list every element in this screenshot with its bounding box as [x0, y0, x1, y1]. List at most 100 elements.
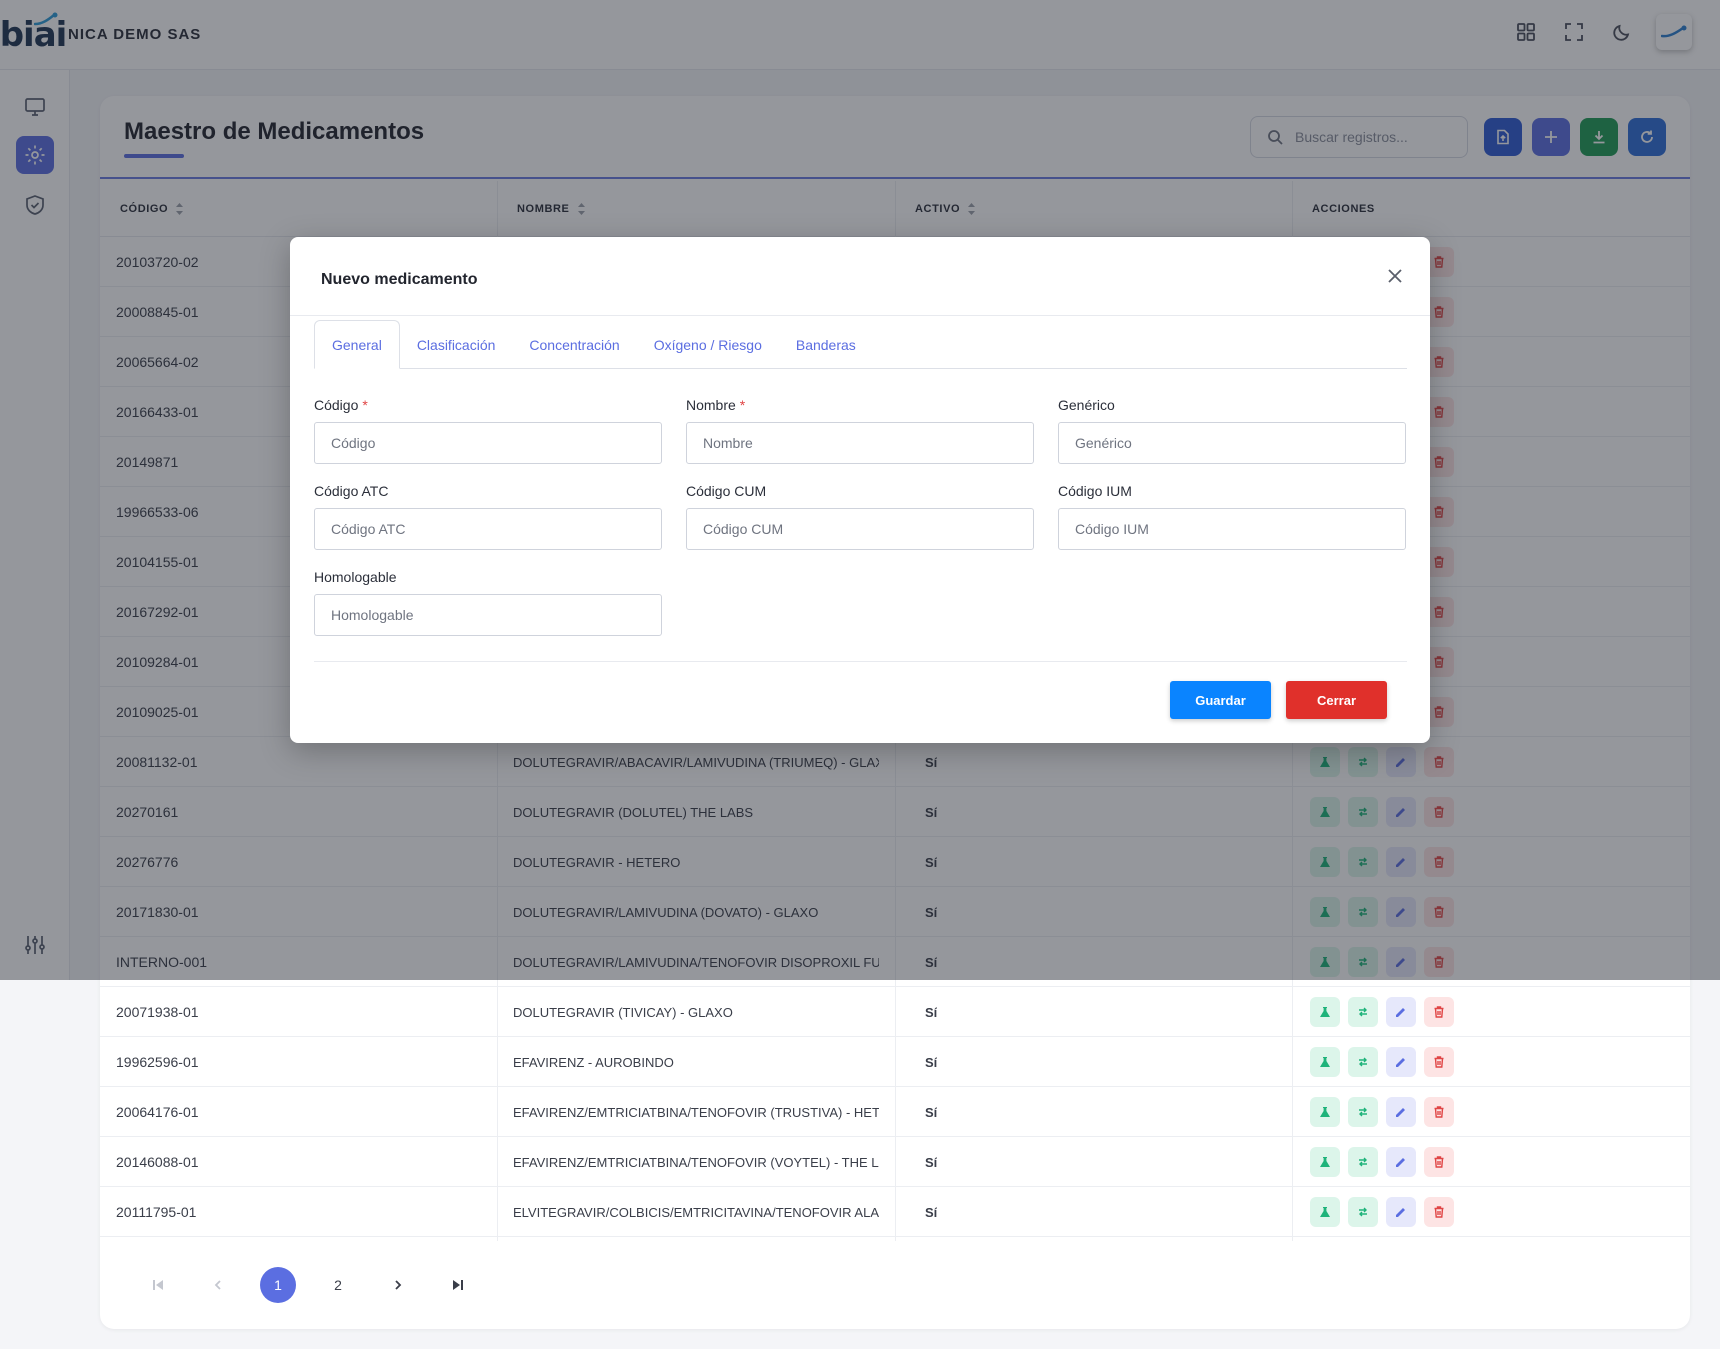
pagination: 1 2: [100, 1241, 1690, 1329]
transfer-icon: [1359, 1157, 1367, 1167]
test-button[interactable]: [1310, 1047, 1340, 1077]
field-codigo-cum: Código CUM: [686, 481, 1034, 550]
transfer-icon: [1359, 1207, 1367, 1217]
transfer-icon: [1359, 1107, 1367, 1117]
table-row[interactable]: 20146088-01 EFAVIRENZ/EMTRICIATBINA/TENOF…: [100, 1137, 1690, 1187]
delete-button[interactable]: [1424, 997, 1454, 1027]
next-page-button[interactable]: [380, 1267, 416, 1303]
first-page-button[interactable]: [140, 1267, 176, 1303]
pencil-icon: [1396, 1008, 1405, 1017]
table-row[interactable]: 20064176-01 EFAVIRENZ/EMTRICIATBINA/TENOF…: [100, 1087, 1690, 1137]
test-button[interactable]: [1310, 1147, 1340, 1177]
test-icon: [1320, 1157, 1330, 1167]
last-page-icon: [453, 1280, 463, 1290]
cell-codigo: 19962596-01: [116, 1054, 199, 1070]
tab-clasificacion[interactable]: Clasificación: [400, 320, 513, 369]
test-icon: [1320, 1207, 1330, 1217]
cell-nombre: ELVITEGRAVIR/COLBICIS/EMTRICITAVINA/TENO…: [513, 1204, 879, 1220]
modal-footer-divider: [314, 661, 1407, 662]
trash-icon: [1434, 1106, 1444, 1118]
codigo-ium-input[interactable]: [1058, 508, 1406, 550]
cell-acciones: [1310, 1037, 1454, 1087]
trash-icon: [1434, 1006, 1444, 1018]
edit-button[interactable]: [1386, 1047, 1416, 1077]
required-marker: *: [362, 397, 368, 413]
trash-icon: [1434, 1056, 1444, 1068]
cell-activo: Sí: [925, 1204, 938, 1220]
test-icon: [1320, 1107, 1330, 1117]
edit-button[interactable]: [1386, 1197, 1416, 1227]
tab-banderas[interactable]: Banderas: [779, 320, 873, 369]
tab-concentracion[interactable]: Concentración: [512, 320, 636, 369]
table-row[interactable]: 19962596-01 EFAVIRENZ - AUROBINDO Sí: [100, 1037, 1690, 1087]
transfer-button[interactable]: [1348, 1047, 1378, 1077]
test-button[interactable]: [1310, 997, 1340, 1027]
prev-page-button[interactable]: [200, 1267, 236, 1303]
cell-codigo: 20071938-01: [116, 1004, 199, 1020]
nombre-input[interactable]: [686, 422, 1034, 464]
page-1-button[interactable]: 1: [260, 1267, 296, 1303]
field-generico: Genérico: [1058, 395, 1406, 464]
close-button[interactable]: Cerrar: [1286, 681, 1387, 719]
field-label: Código: [314, 397, 359, 413]
modal-close-button[interactable]: [1382, 263, 1408, 289]
last-page-button[interactable]: [440, 1267, 476, 1303]
field-codigo: Código *: [314, 395, 662, 464]
cell-acciones: [1310, 1137, 1454, 1187]
cell-codigo: 20064176-01: [116, 1104, 199, 1120]
transfer-button[interactable]: [1348, 1197, 1378, 1227]
pencil-icon: [1396, 1208, 1405, 1217]
chevron-left-icon: [214, 1280, 221, 1290]
codigo-cum-input[interactable]: [686, 508, 1034, 550]
test-icon: [1320, 1057, 1330, 1067]
tab-oxigeno-riesgo[interactable]: Oxígeno / Riesgo: [637, 320, 779, 369]
trash-icon: [1434, 1156, 1444, 1168]
generico-input[interactable]: [1058, 422, 1406, 464]
transfer-icon: [1359, 1057, 1367, 1067]
cell-acciones: [1310, 1087, 1454, 1137]
transfer-button[interactable]: [1348, 997, 1378, 1027]
new-medication-modal: Nuevo medicamento General Clasificación …: [290, 237, 1430, 743]
field-label: Homologable: [314, 569, 397, 585]
chevron-right-icon: [395, 1280, 402, 1290]
field-label: Nombre: [686, 397, 736, 413]
modal-divider: [290, 315, 1430, 316]
cell-codigo: 20146088-01: [116, 1154, 199, 1170]
pencil-icon: [1396, 1108, 1405, 1117]
delete-button[interactable]: [1424, 1147, 1454, 1177]
codigo-atc-input[interactable]: [314, 508, 662, 550]
first-page-icon: [153, 1280, 163, 1290]
cell-nombre: EFAVIRENZ - AUROBINDO: [513, 1054, 674, 1070]
cell-acciones: [1310, 1187, 1454, 1237]
field-label: Código IUM: [1058, 483, 1132, 499]
homologable-input[interactable]: [314, 594, 662, 636]
modal-tabs: General Clasificación Concentración Oxíg…: [314, 320, 1407, 369]
test-button[interactable]: [1310, 1097, 1340, 1127]
cell-activo: Sí: [925, 1104, 938, 1120]
tab-general[interactable]: General: [314, 320, 400, 369]
transfer-button[interactable]: [1348, 1097, 1378, 1127]
delete-button[interactable]: [1424, 1197, 1454, 1227]
test-button[interactable]: [1310, 1197, 1340, 1227]
field-codigo-ium: Código IUM: [1058, 481, 1406, 550]
page-2-button[interactable]: 2: [320, 1267, 356, 1303]
field-homologable: Homologable: [314, 567, 662, 636]
delete-button[interactable]: [1424, 1097, 1454, 1127]
test-icon: [1320, 1007, 1330, 1017]
save-button[interactable]: Guardar: [1170, 681, 1271, 719]
field-nombre: Nombre *: [686, 395, 1034, 464]
cell-activo: Sí: [925, 1054, 938, 1070]
cell-activo: Sí: [925, 1004, 938, 1020]
required-marker: *: [739, 397, 746, 413]
delete-button[interactable]: [1424, 1047, 1454, 1077]
transfer-button[interactable]: [1348, 1147, 1378, 1177]
edit-button[interactable]: [1386, 1147, 1416, 1177]
field-label: Código ATC: [314, 483, 389, 499]
codigo-input[interactable]: [314, 422, 662, 464]
table-row[interactable]: 20071938-01 DOLUTEGRAVIR (TIVICAY) - GLAX…: [100, 987, 1690, 1037]
edit-button[interactable]: [1386, 1097, 1416, 1127]
table-row[interactable]: 20111795-01 ELVITEGRAVIR/COLBICIS/EMTRICI…: [100, 1187, 1690, 1237]
close-icon: [1388, 269, 1402, 283]
cell-codigo: 20111795-01: [116, 1204, 197, 1220]
edit-button[interactable]: [1386, 997, 1416, 1027]
